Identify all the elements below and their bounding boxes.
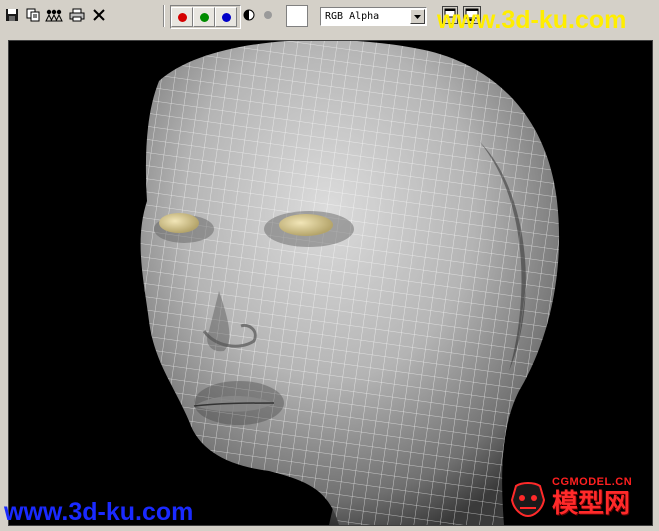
- close-icon[interactable]: [90, 6, 108, 24]
- channel-toggle-group: [170, 5, 241, 29]
- mono-toggle[interactable]: [240, 6, 258, 24]
- blue-dot-icon: [221, 12, 231, 22]
- color-swatch[interactable]: [286, 5, 308, 27]
- display-channel-value: RGB Alpha: [325, 11, 380, 22]
- alpha-toggle[interactable]: [259, 6, 277, 24]
- copy-icon[interactable]: [24, 6, 42, 24]
- right-eye: [279, 214, 333, 236]
- dot-icon: [264, 11, 272, 19]
- chevron-down-icon[interactable]: [410, 9, 425, 24]
- green-channel-button[interactable]: [193, 7, 215, 27]
- render-image: [9, 41, 652, 525]
- logo-small-text: CGMODEL.CN: [552, 476, 633, 488]
- toolbar-separator: [163, 5, 165, 27]
- half-circle-icon: [243, 9, 255, 21]
- red-dot-icon: [177, 12, 187, 22]
- red-channel-button[interactable]: [171, 7, 193, 27]
- green-dot-icon: [199, 12, 209, 22]
- save-icon[interactable]: [3, 6, 21, 24]
- logo-main-text: 模型网: [552, 489, 631, 519]
- left-eye: [159, 213, 199, 233]
- blue-channel-button[interactable]: [215, 7, 237, 27]
- site-logo: CGMODEL.CN 模型网: [508, 472, 654, 522]
- display-channel-dropdown[interactable]: RGB Alpha: [320, 7, 427, 26]
- render-viewport: [8, 40, 653, 526]
- print-icon[interactable]: [68, 6, 86, 24]
- mascot-icon: [510, 482, 546, 518]
- frame-buffer-toolbar: RGB Alpha www.3d-ku.com: [0, 0, 659, 34]
- clone-icon[interactable]: [45, 6, 63, 24]
- watermark-top: www.3d-ku.com: [437, 6, 627, 34]
- watermark-bottom: www.3d-ku.com: [4, 498, 194, 526]
